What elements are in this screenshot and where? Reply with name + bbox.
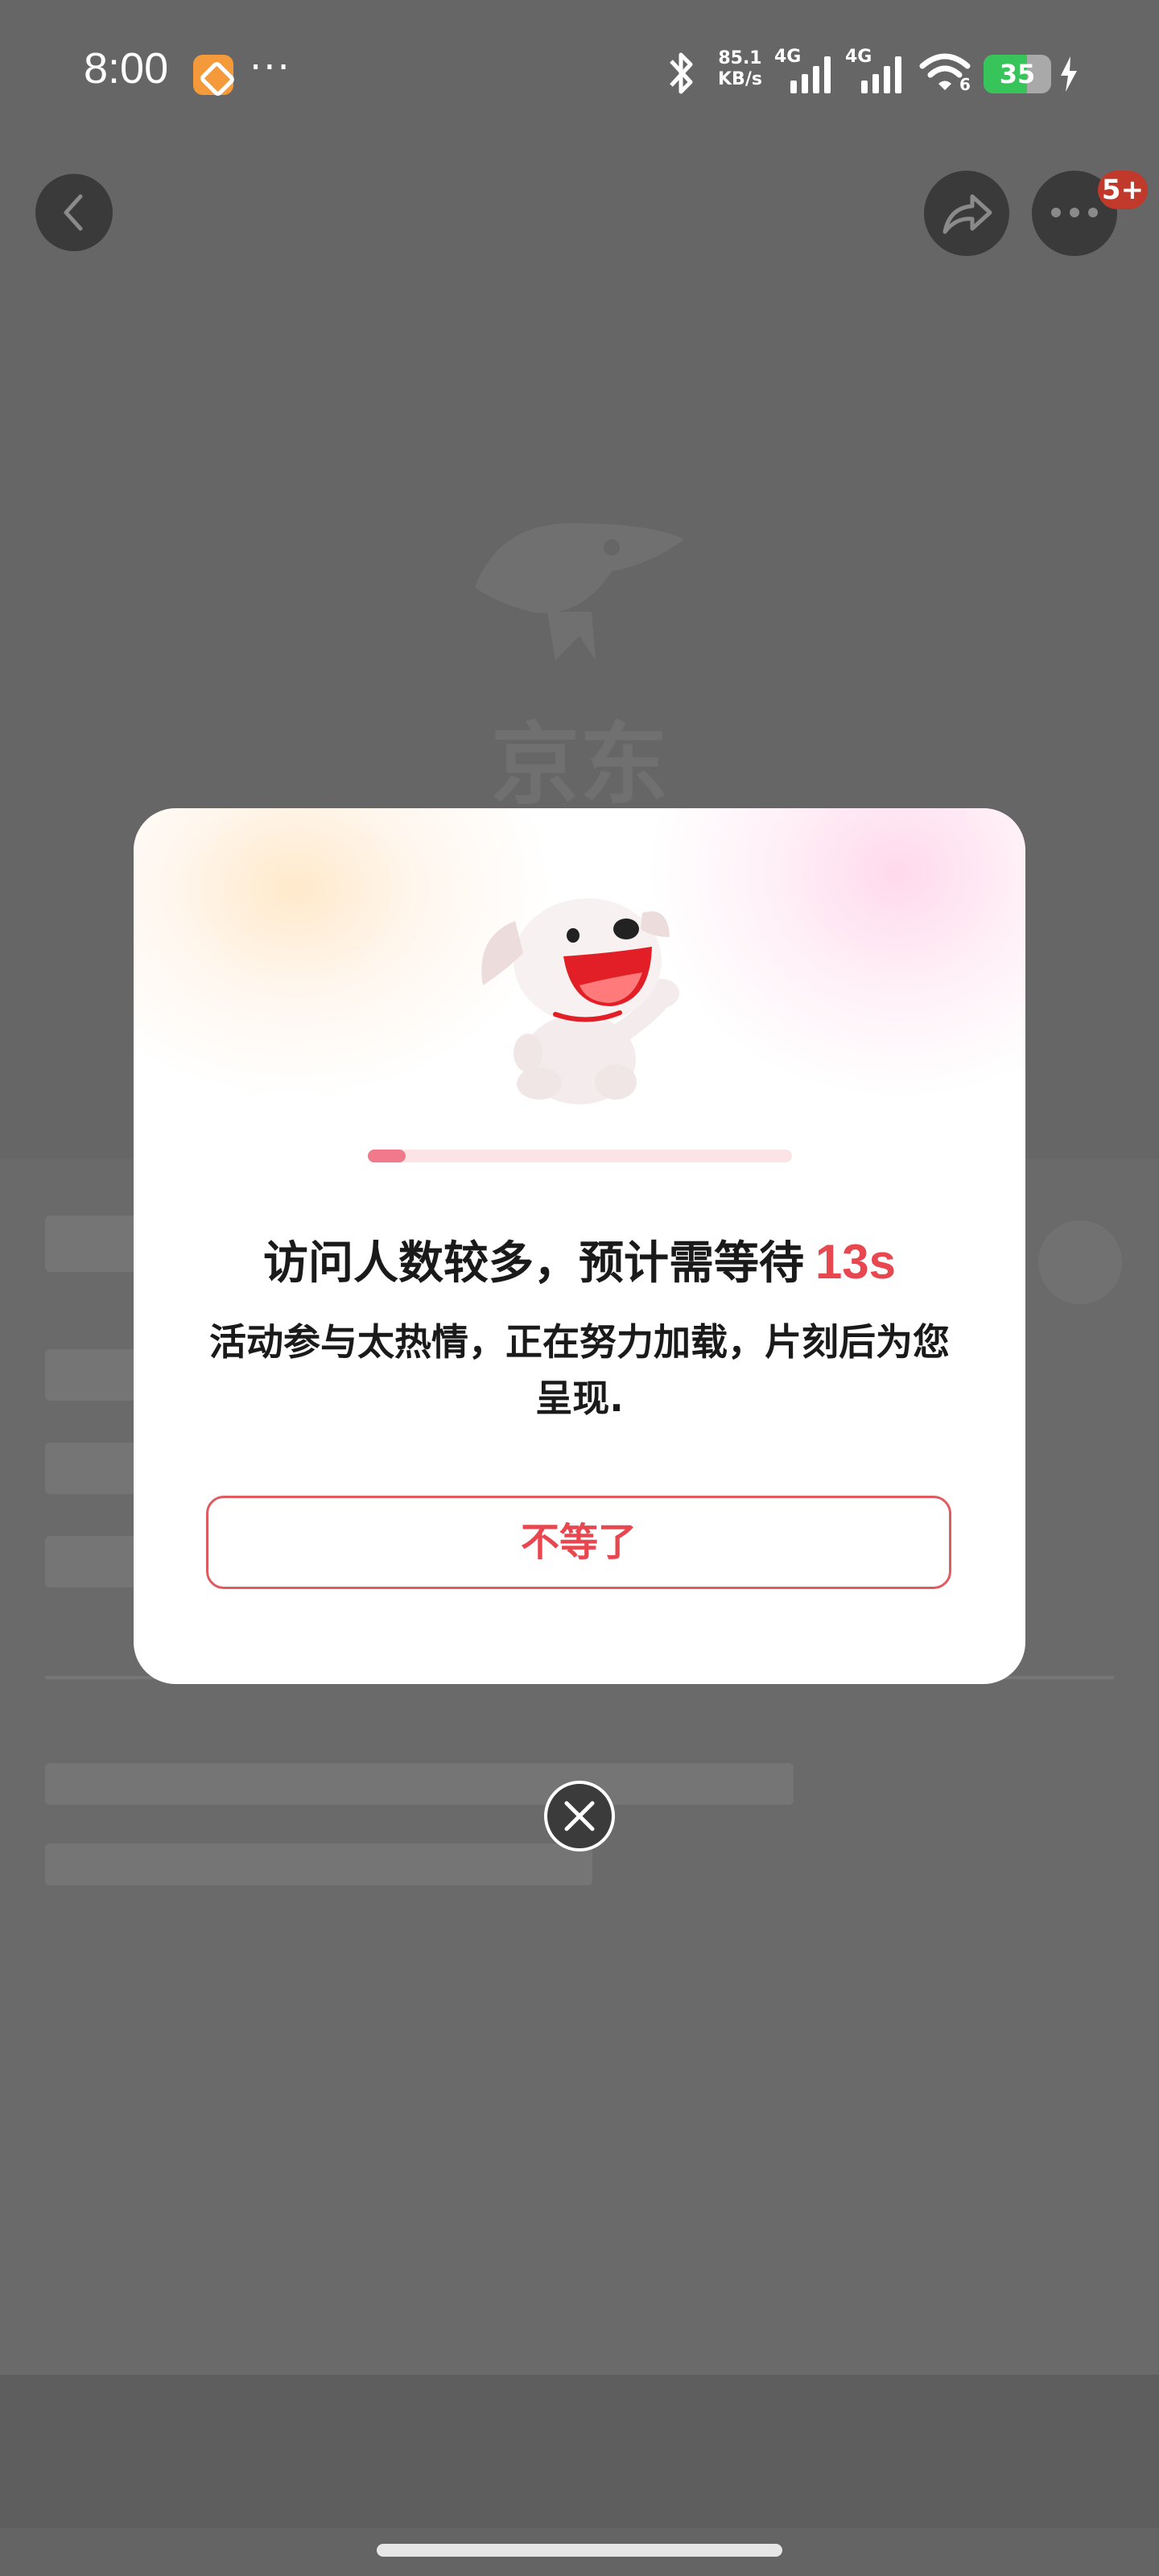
skeleton-block: [45, 1349, 142, 1401]
close-icon: [564, 1801, 595, 1831]
close-modal-button[interactable]: [544, 1781, 615, 1852]
jd-dog-mascot: [481, 898, 679, 1104]
charging-icon: [1061, 56, 1077, 92]
modal-title: 访问人数较多，预计需等待 13s: [134, 1227, 1025, 1292]
bluetooth-icon: [670, 52, 693, 94]
modal-description: 活动参与太热情，正在努力加载，片刻后为您呈现.: [209, 1320, 950, 1420]
jd-logo-text: 京东: [491, 713, 668, 816]
skeleton-block: [45, 1216, 142, 1272]
wifi-label: 6: [959, 75, 971, 94]
waiting-modal: 访问人数较多，预计需等待 13s 活动参与太热情，正在努力加载，片刻后为您呈现. …: [134, 808, 1025, 1684]
signal-icon: [790, 53, 831, 93]
skeleton-block: [45, 1536, 142, 1587]
more-dots-icon: [1051, 208, 1098, 217]
loading-progress-bar: [368, 1150, 792, 1162]
jd-logo-icon: [475, 523, 684, 660]
home-indicator[interactable]: [377, 2544, 782, 2557]
loading-progress-fill: [368, 1150, 406, 1162]
notification-badge: 5+: [1098, 171, 1148, 209]
skeleton-line: [45, 1763, 794, 1805]
chevron-left-icon: [64, 194, 83, 231]
share-icon: [942, 194, 992, 234]
signal-icon: [861, 53, 901, 93]
countdown-timer: 13s: [815, 1235, 897, 1289]
network-speed: 85.1 KB/s: [718, 48, 762, 89]
back-button[interactable]: [35, 174, 113, 251]
stop-waiting-button[interactable]: 不等了: [206, 1496, 951, 1589]
skeleton-block: [45, 1443, 142, 1494]
share-button[interactable]: [924, 171, 1009, 256]
skeleton-line: [45, 1843, 592, 1885]
battery-level: 35: [999, 59, 1036, 89]
status-time: 8:00: [84, 44, 169, 93]
status-more-dots: ···: [250, 45, 291, 90]
app-notification-icon: [193, 55, 233, 95]
modal-title-text: 访问人数较多，预计需等待: [262, 1237, 804, 1290]
battery-icon: 35: [984, 55, 1051, 93]
skeleton-avatar: [1038, 1220, 1122, 1304]
